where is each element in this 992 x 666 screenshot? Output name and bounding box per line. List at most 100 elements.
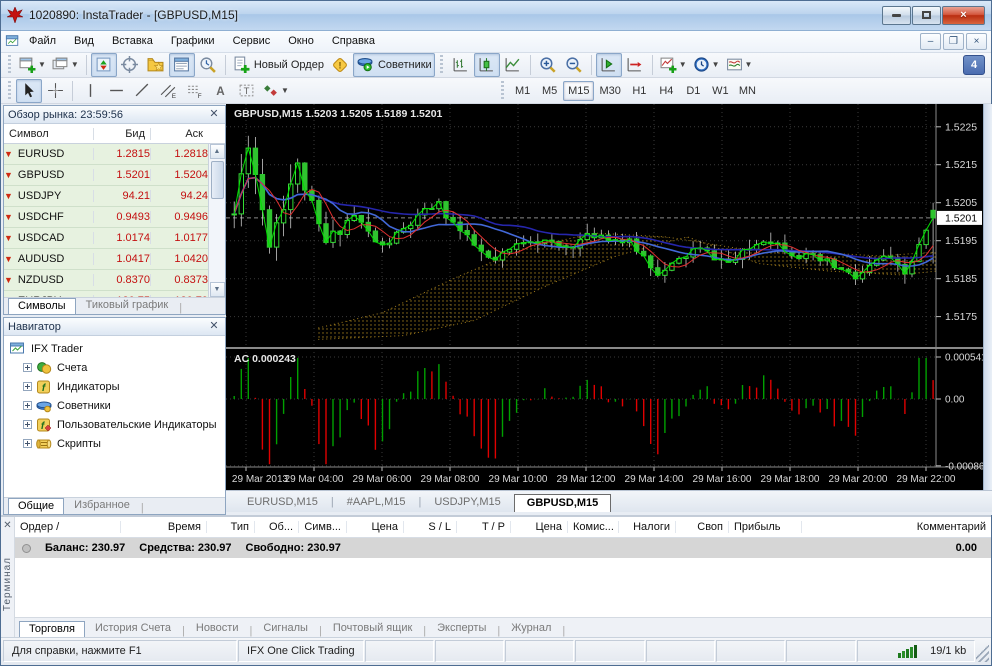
periods-button[interactable]: ▼ <box>690 53 723 77</box>
tree-item-custom-indicators[interactable]: f Пользовательские Индикаторы <box>10 415 225 434</box>
column-profit[interactable]: Прибыль <box>729 521 802 534</box>
new-order-button[interactable]: Новый Ордер <box>230 53 327 77</box>
column-price-open[interactable]: Цена <box>347 521 404 534</box>
timeframe-w1-button[interactable]: W1 <box>707 81 734 101</box>
templates-button[interactable]: ▼ <box>723 53 756 77</box>
tab-tick-chart[interactable]: Тиковый график <box>76 297 179 314</box>
horizontal-line-tool-button[interactable] <box>103 79 129 103</box>
trendline-tool-button[interactable] <box>129 79 155 103</box>
toolbar-grip[interactable] <box>499 80 507 101</box>
menu-item-insert[interactable]: Вставка <box>103 32 162 50</box>
column-taxes[interactable]: Налоги <box>619 521 676 534</box>
metaquotes-alert-button[interactable]: ! <box>327 53 353 77</box>
tab-trade[interactable]: Торговля <box>19 621 85 638</box>
indicators-button[interactable]: ▼ <box>657 53 690 77</box>
close-button[interactable]: × <box>942 5 985 25</box>
new-chart-button[interactable]: ▼ <box>16 53 49 77</box>
column-symbol[interactable]: Символ <box>4 127 94 140</box>
scroll-down-button[interactable]: ▼ <box>209 282 225 298</box>
tree-item-scripts[interactable]: Скрипты <box>10 434 225 453</box>
table-row[interactable]: ▼ EURJPY 120.75120.79 <box>4 291 208 298</box>
column-symbol[interactable]: Симв... <box>299 521 347 534</box>
mdi-restore-button[interactable]: ❐ <box>943 32 964 50</box>
toolbar-grip[interactable] <box>6 54 13 75</box>
menu-item-file[interactable]: Файл <box>20 32 65 50</box>
expert-advisors-button[interactable]: Советники <box>352 52 435 77</box>
timeframe-h1-button[interactable]: H1 <box>626 81 653 101</box>
scrollbar-thumb[interactable] <box>210 161 224 200</box>
toolbar-grip[interactable] <box>6 80 13 101</box>
mdi-minimize-button[interactable]: – <box>920 32 941 50</box>
market-watch-scrollbar[interactable]: ▲ ▼ <box>208 144 225 298</box>
fibonacci-tool-button[interactable]: F <box>181 79 207 103</box>
chart-tab-usdjpy[interactable]: USDJPY,M15 <box>421 493 513 512</box>
data-window-button[interactable] <box>117 53 143 77</box>
strategy-tester-button[interactable] <box>195 53 221 77</box>
chart-shift-button[interactable] <box>622 53 648 77</box>
timeframe-mn-button[interactable]: MN <box>734 81 761 101</box>
table-row[interactable]: ▼ USDCAD 1.0174 1.0177 <box>4 228 208 250</box>
tab-experts[interactable]: Эксперты <box>427 620 496 637</box>
menu-item-view[interactable]: Вид <box>65 32 103 50</box>
toolbar-grip[interactable] <box>437 54 445 75</box>
auto-scroll-button[interactable] <box>595 52 622 77</box>
navigator-close-button[interactable]: ✕ <box>207 320 221 334</box>
column-sl[interactable]: S / L <box>404 521 457 534</box>
tab-signals[interactable]: Сигналы <box>253 620 318 637</box>
chart-tab-gbpusd[interactable]: GBPUSD,M15 <box>513 494 612 513</box>
chart-tab-aapl[interactable]: #AAPL,M15 <box>334 493 419 512</box>
column-comment[interactable]: Комментарий <box>802 521 991 533</box>
notifications-button[interactable]: 4 <box>963 54 985 75</box>
timeframe-m30-button[interactable]: M30 <box>594 81 625 101</box>
tab-favorites[interactable]: Избранное <box>64 497 140 514</box>
expand-icon[interactable] <box>23 401 32 411</box>
tree-item-experts[interactable]: Советники <box>10 396 225 415</box>
channel-tool-button[interactable]: E <box>155 79 181 103</box>
candlestick-chart-button[interactable] <box>473 52 500 77</box>
column-commission[interactable]: Комис... <box>568 521 619 534</box>
text-label-tool-button[interactable]: T <box>233 79 259 103</box>
vertical-line-tool-button[interactable] <box>77 79 103 103</box>
expand-icon[interactable] <box>23 382 32 392</box>
column-time[interactable]: Время <box>121 521 207 534</box>
chart-tab-eurusd[interactable]: EURUSD,M15 <box>234 493 331 512</box>
column-price-close[interactable]: Цена <box>511 521 568 534</box>
tab-symbols[interactable]: Символы <box>8 298 76 315</box>
column-tp[interactable]: T / P <box>457 521 511 534</box>
timeframe-m1-button[interactable]: M1 <box>509 81 536 101</box>
expand-icon[interactable] <box>23 420 32 430</box>
table-row[interactable]: ▼ EURUSD 1.2815 1.2818 <box>4 144 208 166</box>
minimize-button[interactable] <box>882 5 911 25</box>
text-tool-button[interactable]: A <box>207 79 233 103</box>
timeframe-h4-button[interactable]: H4 <box>653 81 680 101</box>
scroll-up-button[interactable]: ▲ <box>209 144 225 160</box>
column-type[interactable]: Тип <box>207 521 255 534</box>
market-watch-close-button[interactable]: ✕ <box>207 108 221 122</box>
resize-grip[interactable] <box>976 640 990 662</box>
tree-root-ifx-trader[interactable]: IFX Trader <box>10 339 225 358</box>
menu-item-help[interactable]: Справка <box>323 32 384 50</box>
market-watch-toggle-button[interactable] <box>90 52 117 77</box>
tab-news[interactable]: Новости <box>186 620 249 637</box>
table-row[interactable]: ▼ USDJPY 94.21 94.24 <box>4 186 208 208</box>
mdi-close-button[interactable]: × <box>966 32 987 50</box>
zoom-in-button[interactable] <box>535 53 561 77</box>
zoom-out-button[interactable] <box>561 53 587 77</box>
arrows-tool-button[interactable]: ▼ <box>259 79 292 103</box>
terminal-toggle-button[interactable] <box>168 52 195 77</box>
table-row[interactable]: ▼ AUDUSD 1.0417 1.0420 <box>4 249 208 271</box>
tab-mailbox[interactable]: Почтовый ящик <box>323 620 422 637</box>
menu-item-charts[interactable]: Графики <box>162 32 224 50</box>
table-row[interactable]: ▼ USDCHF 0.9493 0.9496 <box>4 207 208 229</box>
column-ask[interactable]: Аск <box>151 128 208 140</box>
tree-item-indicators[interactable]: f Индикаторы <box>10 377 225 396</box>
column-bid[interactable]: Бид <box>94 127 151 140</box>
chart-canvas[interactable]: 1.5225 1.5215 1.5205 1.5195 1.5185 1.5175 1.52… <box>226 104 987 491</box>
expand-icon[interactable] <box>23 439 32 449</box>
expand-icon[interactable] <box>23 363 32 373</box>
menu-item-service[interactable]: Сервис <box>224 32 280 50</box>
table-row[interactable]: ▼ GBPUSD 1.5201 1.5204 <box>4 165 208 187</box>
crosshair-tool-button[interactable] <box>42 79 68 103</box>
navigator-toggle-button[interactable] <box>143 53 169 77</box>
table-row[interactable]: ▼ NZDUSD 0.8370 0.8373 <box>4 270 208 292</box>
